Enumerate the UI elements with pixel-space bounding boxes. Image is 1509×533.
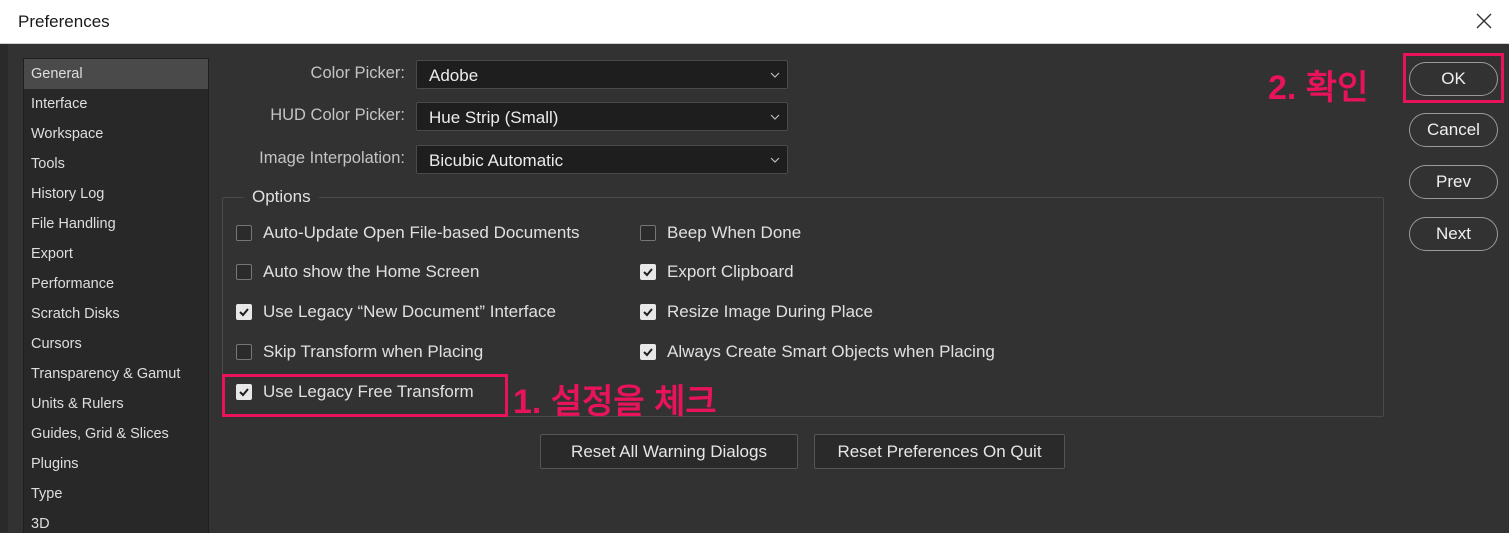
checkbox-box: [640, 344, 656, 360]
checkbox-box: [640, 225, 656, 241]
sidebar-item-label: Guides, Grid & Slices: [31, 426, 169, 442]
resize-image-place-checkbox[interactable]: Resize Image During Place: [640, 302, 873, 322]
checkbox-box: [236, 304, 252, 320]
checkbox-label: Resize Image During Place: [667, 302, 873, 321]
checkmark-icon: [239, 308, 249, 317]
next-button[interactable]: Next: [1409, 217, 1498, 251]
checkmark-icon: [643, 308, 653, 317]
sidebar-item-label: Transparency & Gamut: [31, 366, 181, 382]
checkmark-icon: [643, 268, 653, 277]
cancel-button[interactable]: Cancel: [1409, 113, 1498, 147]
legacy-new-document-checkbox[interactable]: Use Legacy “New Document” Interface: [236, 302, 556, 322]
sidebar-item-label: Cursors: [31, 336, 82, 352]
sidebar-item-workspace[interactable]: Workspace: [24, 119, 208, 149]
chevron-down-icon: [770, 157, 780, 163]
chevron-down-icon: [770, 72, 780, 78]
sidebar-item-units-rulers[interactable]: Units & Rulers: [24, 389, 208, 419]
sidebar-item-interface[interactable]: Interface: [24, 89, 208, 119]
image-interpolation-label: Image Interpolation:: [259, 149, 405, 167]
sidebar-item-general[interactable]: General: [24, 59, 208, 89]
checkbox-label: Use Legacy “New Document” Interface: [263, 302, 556, 321]
auto-update-checkbox[interactable]: Auto-Update Open File-based Documents: [236, 223, 580, 243]
sidebar-item-label: Workspace: [31, 126, 104, 142]
reset-warning-dialogs-button[interactable]: Reset All Warning Dialogs: [540, 434, 798, 469]
hud-color-picker-value: Hue Strip (Small): [429, 108, 559, 127]
color-picker-value: Adobe: [429, 66, 479, 85]
color-picker-select[interactable]: Adobe: [416, 60, 788, 89]
sidebar-item-scratch-disks[interactable]: Scratch Disks: [24, 299, 208, 329]
sidebar-item-label: General: [31, 66, 83, 82]
sidebar-item-guides-grid-slices[interactable]: Guides, Grid & Slices: [24, 419, 208, 449]
checkbox-box: [236, 264, 252, 280]
sidebar-item-label: Type: [31, 486, 63, 502]
auto-show-home-checkbox[interactable]: Auto show the Home Screen: [236, 262, 479, 282]
step2-highlight-box: [1403, 53, 1504, 103]
sidebar-item-history-log[interactable]: History Log: [24, 179, 208, 209]
skip-transform-checkbox[interactable]: Skip Transform when Placing: [236, 342, 483, 362]
hud-color-picker-label: HUD Color Picker:: [270, 106, 405, 124]
step1-highlight-box: [222, 374, 508, 417]
sidebar-item-label: File Handling: [31, 216, 116, 232]
sidebar-item-plugins[interactable]: Plugins: [24, 449, 208, 479]
checkbox-label: Auto-Update Open File-based Documents: [263, 223, 580, 242]
title-bar: Preferences: [0, 0, 1509, 44]
sidebar-item-transparency-gamut[interactable]: Transparency & Gamut: [24, 359, 208, 389]
sidebar-item-file-handling[interactable]: File Handling: [24, 209, 208, 239]
prev-button[interactable]: Prev: [1409, 165, 1498, 199]
hud-color-picker-select[interactable]: Hue Strip (Small): [416, 102, 788, 131]
checkbox-box: [640, 264, 656, 280]
export-clipboard-checkbox[interactable]: Export Clipboard: [640, 262, 794, 282]
checkbox-box: [236, 344, 252, 360]
sidebar-item-label: Units & Rulers: [31, 396, 124, 412]
sidebar-item-cursors[interactable]: Cursors: [24, 329, 208, 359]
window-title: Preferences: [18, 12, 110, 31]
checkbox-label: Skip Transform when Placing: [263, 342, 484, 361]
window-edge: [0, 44, 8, 532]
close-icon: [1476, 13, 1492, 29]
sidebar-item-label: Tools: [31, 156, 65, 172]
close-button[interactable]: [1469, 6, 1499, 36]
smart-objects-placing-checkbox[interactable]: Always Create Smart Objects when Placing: [640, 342, 995, 362]
step2-annotation: 2. 확인: [1268, 69, 1369, 107]
step1-annotation: 1. 설정을 체크: [513, 383, 717, 421]
checkmark-icon: [643, 348, 653, 357]
sidebar-item-tools[interactable]: Tools: [24, 149, 208, 179]
image-interpolation-select[interactable]: Bicubic Automatic: [416, 145, 788, 174]
image-interpolation-value: Bicubic Automatic: [429, 151, 564, 170]
beep-when-done-checkbox[interactable]: Beep When Done: [640, 223, 801, 243]
preferences-sidebar: General Interface Workspace Tools Histor…: [23, 58, 209, 533]
checkbox-label: Auto show the Home Screen: [263, 262, 480, 281]
sidebar-item-label: Interface: [31, 96, 88, 112]
checkbox-box: [640, 304, 656, 320]
reset-preferences-button[interactable]: Reset Preferences On Quit: [814, 434, 1065, 469]
options-title: Options: [244, 187, 319, 207]
color-picker-label: Color Picker:: [310, 64, 405, 82]
checkbox-label: Beep When Done: [667, 223, 802, 242]
sidebar-item-performance[interactable]: Performance: [24, 269, 208, 299]
sidebar-item-label: Plugins: [31, 456, 79, 472]
checkbox-label: Always Create Smart Objects when Placing: [667, 342, 995, 361]
sidebar-item-label: Performance: [31, 276, 115, 292]
chevron-down-icon: [770, 114, 780, 120]
sidebar-item-export[interactable]: Export: [24, 239, 208, 269]
checkbox-label: Export Clipboard: [667, 262, 794, 281]
sidebar-item-label: Export: [31, 246, 73, 262]
sidebar-item-3d[interactable]: 3D: [24, 509, 208, 533]
sidebar-item-type[interactable]: Type: [24, 479, 208, 509]
checkbox-box: [236, 225, 252, 241]
sidebar-item-label: History Log: [31, 186, 105, 202]
sidebar-item-label: Scratch Disks: [31, 306, 120, 322]
sidebar-item-label: 3D: [31, 516, 50, 532]
